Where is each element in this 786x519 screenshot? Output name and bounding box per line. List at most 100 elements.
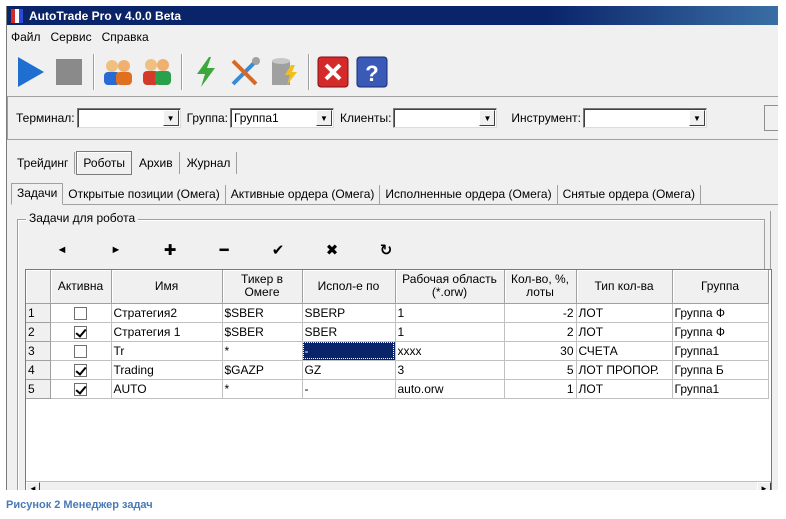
- row-number[interactable]: 4: [26, 360, 51, 380]
- tab-robots[interactable]: Роботы: [76, 151, 132, 175]
- cell-active[interactable]: [50, 360, 112, 380]
- help-button[interactable]: ?: [353, 53, 391, 91]
- active-checkbox[interactable]: [74, 306, 87, 320]
- group-select[interactable]: Группа1 ▼: [229, 108, 334, 128]
- prev-icon[interactable]: ◄: [35, 244, 89, 256]
- lightning-button[interactable]: [187, 53, 225, 91]
- tab-journal[interactable]: Журнал: [181, 152, 238, 174]
- refresh-icon[interactable]: ↻: [359, 241, 413, 259]
- cell-name[interactable]: AUTO: [111, 379, 223, 399]
- menu-help[interactable]: Справка: [98, 30, 153, 44]
- title-bar[interactable]: AutoTrade Pro v 4.0.0 Beta: [7, 6, 778, 25]
- filter-apply-button[interactable]: [764, 105, 778, 131]
- col-header-qty[interactable]: Кол-во, %, лоты: [504, 270, 577, 304]
- cell-qty-type[interactable]: ЛОТ: [576, 322, 673, 342]
- chevron-down-icon[interactable]: ▼: [479, 110, 496, 126]
- cell-name[interactable]: Стратегия2: [111, 303, 223, 323]
- cell-ticker[interactable]: $SBER: [222, 303, 303, 323]
- table-row[interactable]: 4 Trading $GAZP GZ 3 5 ЛОТ ПРОПОР. Группа Б: [26, 360, 769, 380]
- menu-file[interactable]: Файл: [7, 30, 45, 44]
- cell-ticker[interactable]: $SBER: [222, 322, 303, 342]
- horizontal-scrollbar[interactable]: ◄ ►: [26, 481, 771, 490]
- cell-group[interactable]: Группа1: [672, 379, 769, 399]
- row-number[interactable]: 3: [26, 341, 51, 361]
- tab-tasks[interactable]: Задачи: [11, 183, 64, 205]
- cell-area[interactable]: 1: [395, 322, 505, 342]
- tab-open-positions[interactable]: Открытые позиции (Омега): [63, 185, 226, 204]
- cell-exec[interactable]: GZ: [302, 360, 396, 380]
- play-button[interactable]: [11, 53, 49, 91]
- tab-cancelled-orders[interactable]: Снятые ордера (Омега): [558, 185, 701, 204]
- col-header-ticker[interactable]: Тикер в Омеге: [222, 270, 303, 304]
- cell-area[interactable]: xxxx: [395, 341, 505, 361]
- users-group-button[interactable]: [138, 53, 176, 91]
- cell-qty[interactable]: -2: [504, 303, 577, 323]
- chevron-down-icon[interactable]: ▼: [315, 110, 332, 126]
- remove-icon[interactable]: ━: [197, 241, 251, 259]
- cell-ticker[interactable]: $GAZP: [222, 360, 303, 380]
- col-header-qty-type[interactable]: Тип кол-ва: [576, 270, 673, 304]
- active-checkbox[interactable]: [74, 344, 87, 358]
- row-number[interactable]: 1: [26, 303, 51, 323]
- menu-service[interactable]: Сервис: [47, 30, 96, 44]
- col-header-name[interactable]: Имя: [111, 270, 223, 304]
- cell-group[interactable]: Группа1: [672, 341, 769, 361]
- col-header-area[interactable]: Рабочая область (*.orw): [395, 270, 505, 304]
- table-row[interactable]: 5 AUTO * - auto.orw 1 ЛОТ Группа1: [26, 379, 769, 399]
- cell-qty[interactable]: 1: [504, 379, 577, 399]
- active-checkbox[interactable]: [74, 382, 87, 396]
- cell-name[interactable]: Trading: [111, 360, 223, 380]
- cell-group[interactable]: Группа Ф: [672, 322, 769, 342]
- tools-button[interactable]: [226, 53, 264, 91]
- tab-filled-orders[interactable]: Исполненные ордера (Омега): [380, 185, 558, 204]
- cell-area[interactable]: auto.orw: [395, 379, 505, 399]
- active-checkbox[interactable]: [74, 325, 87, 339]
- cancel-icon[interactable]: ✖: [305, 241, 359, 259]
- row-number[interactable]: 2: [26, 322, 51, 342]
- terminal-select[interactable]: ▼: [76, 108, 181, 128]
- stop-button[interactable]: [50, 53, 88, 91]
- next-icon[interactable]: ►: [89, 244, 143, 256]
- cell-exec[interactable]: -: [302, 341, 396, 361]
- table-row[interactable]: 2 Стратегия 1 $SBER SBER 1 2 ЛОТ Группа Ф: [26, 322, 769, 342]
- cell-qty-type[interactable]: СЧЕТА: [576, 341, 673, 361]
- tab-trading[interactable]: Трейдинг: [11, 152, 76, 174]
- confirm-icon[interactable]: ✔: [251, 241, 305, 259]
- cell-exec[interactable]: SBER: [302, 322, 396, 342]
- table-row[interactable]: 3 Tr * - xxxx 30 СЧЕТА Группа1: [26, 341, 769, 361]
- cell-qty-type[interactable]: ЛОТ: [576, 303, 673, 323]
- col-header-active[interactable]: Активна: [50, 270, 112, 304]
- cell-ticker[interactable]: *: [222, 341, 303, 361]
- instrument-select[interactable]: ▼: [582, 108, 707, 128]
- add-icon[interactable]: ✚: [143, 241, 197, 259]
- clients-select[interactable]: ▼: [393, 108, 498, 128]
- cell-name[interactable]: Стратегия 1: [111, 322, 223, 342]
- cell-active[interactable]: [50, 341, 112, 361]
- cell-active[interactable]: [50, 303, 112, 323]
- row-number[interactable]: 5: [26, 379, 51, 399]
- cell-qty[interactable]: 5: [504, 360, 577, 380]
- cell-qty-type[interactable]: ЛОТ: [576, 379, 673, 399]
- cell-qty[interactable]: 2: [504, 322, 577, 342]
- cell-group[interactable]: Группа Б: [672, 360, 769, 380]
- cell-ticker[interactable]: *: [222, 379, 303, 399]
- scroll-left-icon[interactable]: ◄: [26, 481, 40, 490]
- cell-active[interactable]: [50, 322, 112, 342]
- chevron-down-icon[interactable]: ▼: [688, 110, 705, 126]
- cell-area[interactable]: 1: [395, 303, 505, 323]
- cell-name[interactable]: Tr: [111, 341, 223, 361]
- cell-group[interactable]: Группа Ф: [672, 303, 769, 323]
- cell-exec[interactable]: -: [302, 379, 396, 399]
- cell-qty-type[interactable]: ЛОТ ПРОПОР.: [576, 360, 673, 380]
- table-row[interactable]: 1 Стратегия2 $SBER SBERP 1 -2 ЛОТ Группа Ф: [26, 303, 769, 323]
- tab-archive[interactable]: Архив: [133, 152, 180, 174]
- cell-qty[interactable]: 30: [504, 341, 577, 361]
- col-header-group[interactable]: Группа: [672, 270, 769, 304]
- users-button[interactable]: [99, 53, 137, 91]
- col-header-exec[interactable]: Испол-е по: [302, 270, 396, 304]
- close-button[interactable]: [314, 53, 352, 91]
- database-button[interactable]: [265, 53, 303, 91]
- cell-exec[interactable]: SBERP: [302, 303, 396, 323]
- chevron-down-icon[interactable]: ▼: [162, 110, 179, 126]
- tab-active-orders[interactable]: Активные ордера (Омега): [226, 185, 381, 204]
